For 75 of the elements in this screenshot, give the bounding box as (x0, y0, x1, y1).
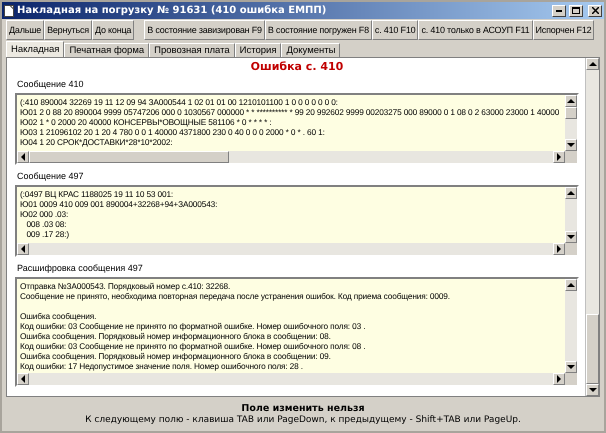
up-arrow-icon (567, 190, 575, 196)
down-arrow-icon (588, 387, 596, 393)
tab[interactable]: Документы (281, 43, 340, 57)
text-line: (:0497 ВЦ КРАС 1188025 19 11 10 53 001: (20, 189, 174, 199)
down-arrow-icon (567, 234, 575, 240)
section-label: Сообщение 410 (17, 79, 84, 90)
status-title: Поле изменить нельзя (241, 403, 365, 414)
up-arrow-icon (567, 98, 575, 104)
down-arrow-icon (567, 142, 575, 148)
toolbar-button[interactable]: Испорчен F12 (532, 20, 594, 40)
scrollbar-thumb[interactable] (586, 314, 599, 384)
right-arrow-icon (556, 375, 562, 383)
minimize-icon (556, 10, 562, 12)
close-icon (592, 7, 598, 14)
text-line: Отправка №ЗА000543. Порядковый номер с.410: 32268. (20, 281, 232, 291)
toolbar-button[interactable]: В состояние завизирован F9 (144, 20, 265, 40)
text-line: Сообщение не принято, необходима повторная передача после устранения ошибок. Код приема сообщения: 0009. (20, 291, 451, 301)
toolbar-button[interactable]: Вернуться (44, 20, 92, 40)
window-title: Накладная на погрузку № 91631 (410 ошибка ЕМПП) (17, 5, 328, 16)
horizontal-scrollbar[interactable] (17, 373, 565, 385)
vertical-scrollbar[interactable] (585, 58, 599, 396)
tab[interactable]: Печатная форма (64, 43, 150, 57)
scrollbar-thumb[interactable] (29, 151, 229, 163)
section-label: Сообщение 497 (17, 171, 84, 182)
vertical-scrollbar[interactable] (565, 187, 577, 243)
right-arrow-icon (556, 153, 562, 161)
minimize-button[interactable] (552, 4, 566, 16)
horizontal-scrollbar[interactable] (17, 243, 565, 255)
up-arrow-icon (588, 61, 596, 67)
tab[interactable]: Накладная (6, 41, 64, 57)
error-heading: Ошибка с. 410 (250, 60, 344, 73)
close-button[interactable] (588, 4, 602, 16)
horizontal-scrollbar[interactable] (17, 151, 565, 163)
vertical-scrollbar[interactable] (565, 279, 577, 373)
message-field[interactable]: (:0497 ВЦ КРАС 1188025 19 11 10 53 001: Ю01 0009 410 009 001 890004+32268+94+ЗА000543: Ю02 000 .03: 008 .03 08: 009 .17 28:) (15, 185, 579, 257)
status-hint: К следующему полю - клавиша TAB или PageDown, к предыдущему - Shift+TAB или PageUp. (85, 415, 521, 425)
text-line: (:410 890004 32269 19 11 12 09 94 ЗА000544 1 02 01 01 00 1210101100 1 0 0 0 0 0 0 0: (20, 97, 339, 107)
toolbar-button[interactable]: До конца (92, 20, 134, 40)
text-line: Ошибка сообщения. Порядковый номер информационного блока в сообщении: 08. (20, 331, 332, 341)
down-arrow-icon (567, 364, 575, 370)
scrollbar-thumb[interactable] (565, 107, 577, 119)
text-line: Ю01 0009 410 009 001 890004+32268+94+ЗА000543: (20, 199, 218, 209)
up-arrow-icon (567, 282, 575, 288)
scrollbar-corner (565, 151, 577, 163)
text-line: Ю03 1 21096102 20 1 20 4 780 0 0 1 40000 4371800 230 0 40 0 0 0 2000 * 0 * . 60 1: (20, 127, 326, 137)
left-arrow-icon (20, 375, 26, 383)
scrollbar-corner (565, 373, 577, 385)
text-line: Ю01 2 0 88 20 890004 9999 05747206 000 0 1030567 000000 * * ********** * 99 20 992602 9999 00203275 000 89000 0 1 08 0 2 63000 23000 1 40000 (20, 107, 560, 117)
text-line: Ю04 1 20 СРОК*ДОСТАВКИ*28*10*2002: (20, 137, 174, 147)
left-arrow-icon (20, 153, 26, 161)
section-label: Расшифровка сообщения 497 (17, 263, 144, 274)
text-line: Ошибка сообщения. (20, 311, 98, 321)
toolbar-button[interactable]: с. 410 только в АСОУП F11 (418, 20, 532, 40)
toolbar-button[interactable]: В состояние погружен F8 (264, 20, 372, 40)
toolbar-button[interactable]: с. 410 F10 (372, 20, 418, 40)
text-line: Ю02 000 .03: (20, 209, 70, 219)
toolbar-button[interactable]: Дальше (6, 20, 44, 40)
left-arrow-icon (20, 245, 26, 253)
message-field[interactable] (15, 93, 579, 165)
text-line: Ю02 1 * 0 2000 20 40000 КОНСЕРВЫ*ОВОЩНЫЕ 581106 * 0 * * * * : (20, 117, 273, 127)
maximize-icon (572, 7, 580, 14)
text-line: Код ошибки: 17 Недопустимое значение поля. Номер ошибочного поля: 28 . (20, 361, 304, 371)
text-line: Ошибка сообщения. Порядковый номер информационного блока в сообщении: 09. (20, 351, 332, 361)
document-icon (4, 4, 14, 16)
text-line: 009 .17 28:) (25, 229, 70, 239)
message-field[interactable] (15, 277, 579, 387)
tab[interactable]: История (234, 43, 282, 57)
text-line: Код ошибки: 03 Сообщение не принято по форматной ошибке. Номер ошибочного поля: 03 . (20, 321, 366, 331)
text-line: 008 .03 08: (25, 219, 68, 229)
right-arrow-icon (556, 245, 562, 253)
maximize-button[interactable] (569, 4, 583, 16)
scrollbar-corner (565, 243, 577, 255)
text-line: Код ошибки: 03 Сообщение не принято по форматной ошибке. Номер ошибочного поля: 08 . (20, 341, 366, 351)
tab[interactable]: Провозная плата (149, 43, 235, 57)
vertical-scrollbar[interactable] (565, 95, 577, 151)
